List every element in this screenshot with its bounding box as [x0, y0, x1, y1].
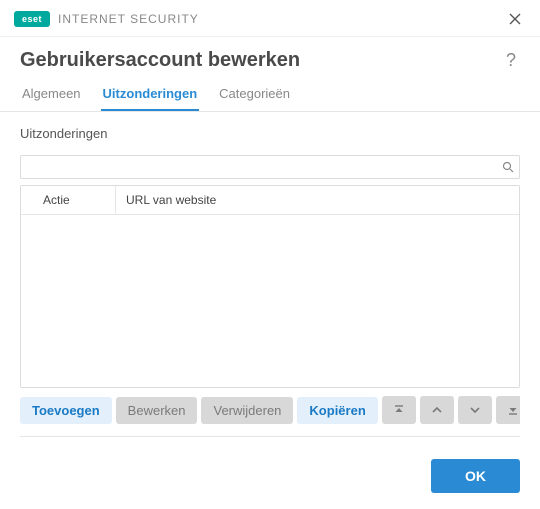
- tab-categories[interactable]: Categorieën: [217, 80, 292, 111]
- table-body: [21, 215, 519, 387]
- search-bar[interactable]: [20, 155, 520, 179]
- copy-button[interactable]: Kopiëren: [297, 397, 377, 424]
- search-icon: [501, 160, 515, 174]
- move-top-icon: [393, 404, 405, 416]
- edit-button: Bewerken: [116, 397, 198, 424]
- exceptions-table: Actie URL van website: [20, 185, 520, 388]
- tab-bar: Algemeen Uitzonderingen Categorieën: [0, 80, 540, 112]
- product-name: INTERNET SECURITY: [58, 12, 199, 26]
- column-header-action[interactable]: Actie: [21, 186, 116, 214]
- page-title: Gebruikersaccount bewerken: [20, 49, 300, 72]
- help-button[interactable]: ?: [502, 50, 520, 71]
- chevron-down-icon: [469, 404, 481, 416]
- ok-button[interactable]: OK: [431, 459, 520, 493]
- move-bottom-button: [496, 396, 520, 424]
- chevron-up-icon: [431, 404, 443, 416]
- section-label: Uitzonderingen: [20, 126, 520, 141]
- tab-general[interactable]: Algemeen: [20, 80, 83, 111]
- close-icon: [509, 13, 521, 25]
- move-up-button: [420, 396, 454, 424]
- brand-logo: eset: [14, 11, 50, 27]
- tab-exceptions[interactable]: Uitzonderingen: [101, 80, 200, 111]
- move-down-button: [458, 396, 492, 424]
- delete-button: Verwijderen: [201, 397, 293, 424]
- column-header-url[interactable]: URL van website: [116, 186, 519, 214]
- move-bottom-icon: [507, 404, 519, 416]
- add-button[interactable]: Toevoegen: [20, 397, 112, 424]
- move-top-button: [382, 396, 416, 424]
- close-button[interactable]: [504, 8, 526, 30]
